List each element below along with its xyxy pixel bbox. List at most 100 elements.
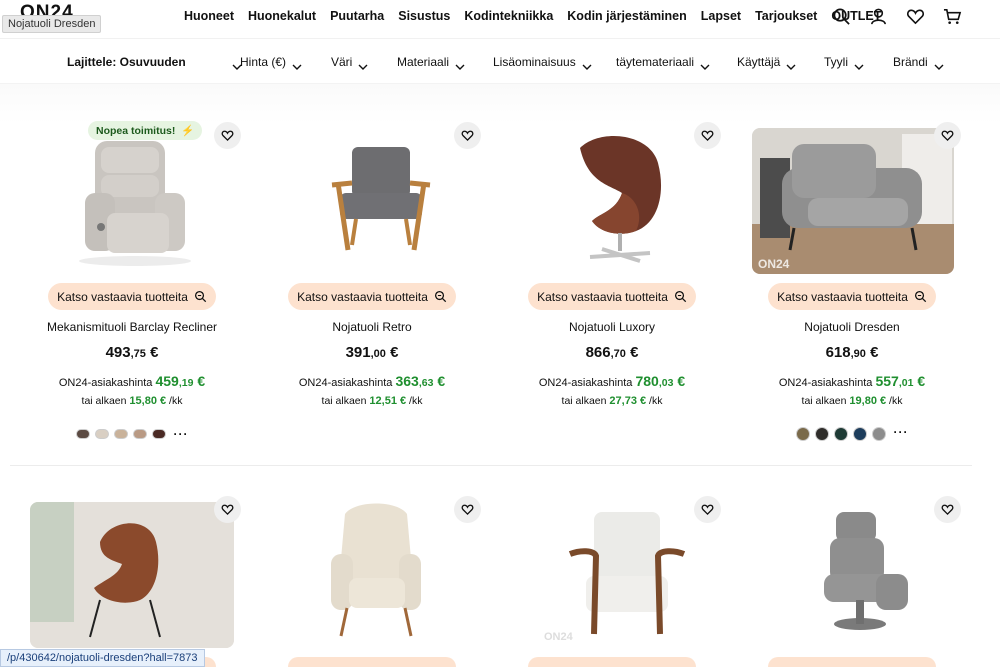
product-image[interactable]: ON24: [520, 494, 710, 644]
product-grid: Nopea toimitus! ⚡ Katso vastaavia tuotte…: [0, 84, 1000, 667]
similar-products-button[interactable]: Katso vastaavia tuotteita: [528, 283, 696, 310]
product-image[interactable]: [40, 120, 230, 270]
similar-products-button[interactable]: Katso vastaavia tuotteita: [48, 283, 216, 310]
nav-item-puutarha[interactable]: Puutarha: [330, 9, 384, 23]
color-swatch[interactable]: [871, 427, 886, 441]
similar-products-button[interactable]: Katso vastaavia tuotteita: [288, 283, 456, 310]
user-icon[interactable]: [869, 7, 888, 26]
filter-material[interactable]: Materiaali: [397, 55, 465, 70]
wishlist-button[interactable]: [934, 122, 961, 149]
wishlist-button[interactable]: [454, 496, 481, 523]
filter-label: Väri: [331, 55, 353, 69]
zoom-search-icon: [914, 290, 927, 303]
monthly-suffix: /kk: [889, 395, 903, 407]
product-name[interactable]: Nojatuoli Retro: [270, 320, 474, 334]
nav-item-kodintekniikka[interactable]: Kodintekniikka: [464, 9, 553, 23]
member-price-label: ON24-asiakashinta: [58, 377, 153, 389]
color-swatch[interactable]: [795, 427, 810, 441]
svg-text:ON24: ON24: [758, 257, 790, 271]
monthly-value: 12,51 €: [369, 395, 407, 407]
wishlist-button[interactable]: [214, 122, 241, 149]
wishlist-button[interactable]: [934, 496, 961, 523]
nav-item-huoneet[interactable]: Huoneet: [184, 9, 234, 23]
more-colors-button[interactable]: ···: [174, 428, 189, 440]
product-price: 618,90 €: [750, 344, 954, 361]
filter-brand[interactable]: Brändi: [893, 55, 944, 70]
monthly-suffix: /kk: [169, 395, 183, 407]
filter-label: Hinta (€): [240, 55, 287, 69]
nav-item-sisustus[interactable]: Sisustus: [398, 9, 450, 23]
heart-icon[interactable]: [906, 7, 925, 26]
filter-extra-feature[interactable]: Lisäominaisuus: [493, 55, 592, 70]
product-name[interactable]: Mekanismituoli Barclay Recliner: [30, 320, 234, 334]
monthly-price: tai alkaen 15,80 € /kk: [30, 395, 234, 407]
price-currency: €: [630, 344, 639, 361]
monthly-value: 15,80 €: [129, 395, 167, 407]
heart-icon: [221, 130, 234, 141]
nav-item-lapset[interactable]: Lapset: [701, 9, 741, 23]
cart-icon[interactable]: [943, 7, 962, 26]
product-name[interactable]: Nojatuoli Dresden: [750, 320, 954, 334]
site-header: ON24 Nojatuoli Dresden Huoneet Huonekalu…: [0, 0, 1000, 36]
product-price: 391,00 €: [270, 344, 474, 361]
product-image[interactable]: [520, 120, 710, 270]
color-swatch[interactable]: [852, 427, 867, 441]
similar-products-button[interactable]: [288, 657, 456, 667]
similar-products-button[interactable]: [528, 657, 696, 667]
member-price-value: 459,19 €: [155, 373, 205, 389]
filter-filling[interactable]: täytemateriaali: [616, 55, 710, 70]
color-swatch[interactable]: [113, 429, 128, 439]
color-swatch[interactable]: [75, 429, 90, 439]
similar-products-label: Katso vastaavia tuotteita: [777, 289, 908, 304]
filter-color[interactable]: Väri: [331, 55, 368, 70]
member-price-currency: €: [917, 373, 926, 389]
product-name[interactable]: Nojatuoli Luxory: [510, 320, 714, 334]
member-price-integer: 557: [875, 373, 899, 389]
similar-products-button[interactable]: Katso vastaavia tuotteita: [768, 283, 936, 310]
similar-products-label: Katso vastaavia tuotteita: [537, 289, 668, 304]
color-swatch[interactable]: [132, 429, 147, 439]
chevron-down-icon: [455, 59, 465, 70]
chevron-down-icon: [786, 59, 796, 70]
price-currency: €: [150, 344, 159, 361]
product-image[interactable]: ON24: [752, 128, 954, 274]
similar-products-button[interactable]: [768, 657, 936, 667]
chevron-down-icon: [292, 59, 302, 70]
color-swatches: ···: [750, 426, 954, 441]
product-image[interactable]: [30, 502, 234, 648]
filter-label: Brändi: [893, 55, 928, 69]
member-price: ON24-asiakashinta 780,03 €: [510, 373, 714, 389]
filter-user[interactable]: Käyttäjä: [737, 55, 796, 70]
wishlist-button[interactable]: [454, 122, 481, 149]
product-image[interactable]: [760, 494, 950, 644]
member-price-currency: €: [677, 373, 686, 389]
wishlist-button[interactable]: [694, 122, 721, 149]
product-price: 866,70 €: [510, 344, 714, 361]
nav-item-huonekalut[interactable]: Huonekalut: [248, 9, 316, 23]
product-image[interactable]: [280, 494, 470, 644]
monthly-prefix: tai alkaen: [801, 395, 847, 407]
fast-delivery-badge: Nopea toimitus! ⚡: [88, 121, 203, 140]
member-price-currency: €: [197, 373, 206, 389]
chevron-down-icon: [358, 59, 368, 70]
nav-item-tarjoukset[interactable]: Tarjoukset: [755, 9, 817, 23]
more-colors-button[interactable]: ···: [894, 426, 909, 441]
wishlist-button[interactable]: [214, 496, 241, 523]
color-swatch[interactable]: [151, 429, 166, 439]
search-icon[interactable]: [832, 7, 851, 26]
filter-style[interactable]: Tyyli: [824, 55, 864, 70]
main-nav: Huoneet Huonekalut Puutarha Sisustus Kod…: [184, 9, 895, 23]
heart-icon: [941, 504, 954, 515]
product-image[interactable]: [280, 120, 470, 270]
filter-price[interactable]: Hinta (€): [240, 55, 302, 70]
nav-item-kodin-jarjestaminen[interactable]: Kodin järjestäminen: [567, 9, 686, 23]
zoom-search-icon: [434, 290, 447, 303]
color-swatch[interactable]: [833, 427, 848, 441]
color-swatch[interactable]: [814, 427, 829, 441]
color-swatch[interactable]: [94, 429, 109, 439]
monthly-price: tai alkaen 12,51 € /kk: [270, 395, 474, 407]
wishlist-button[interactable]: [694, 496, 721, 523]
zoom-search-icon: [674, 290, 687, 303]
zoom-search-icon: [194, 290, 207, 303]
sort-dropdown[interactable]: Lajittele: Osuvuuden: [67, 55, 242, 70]
